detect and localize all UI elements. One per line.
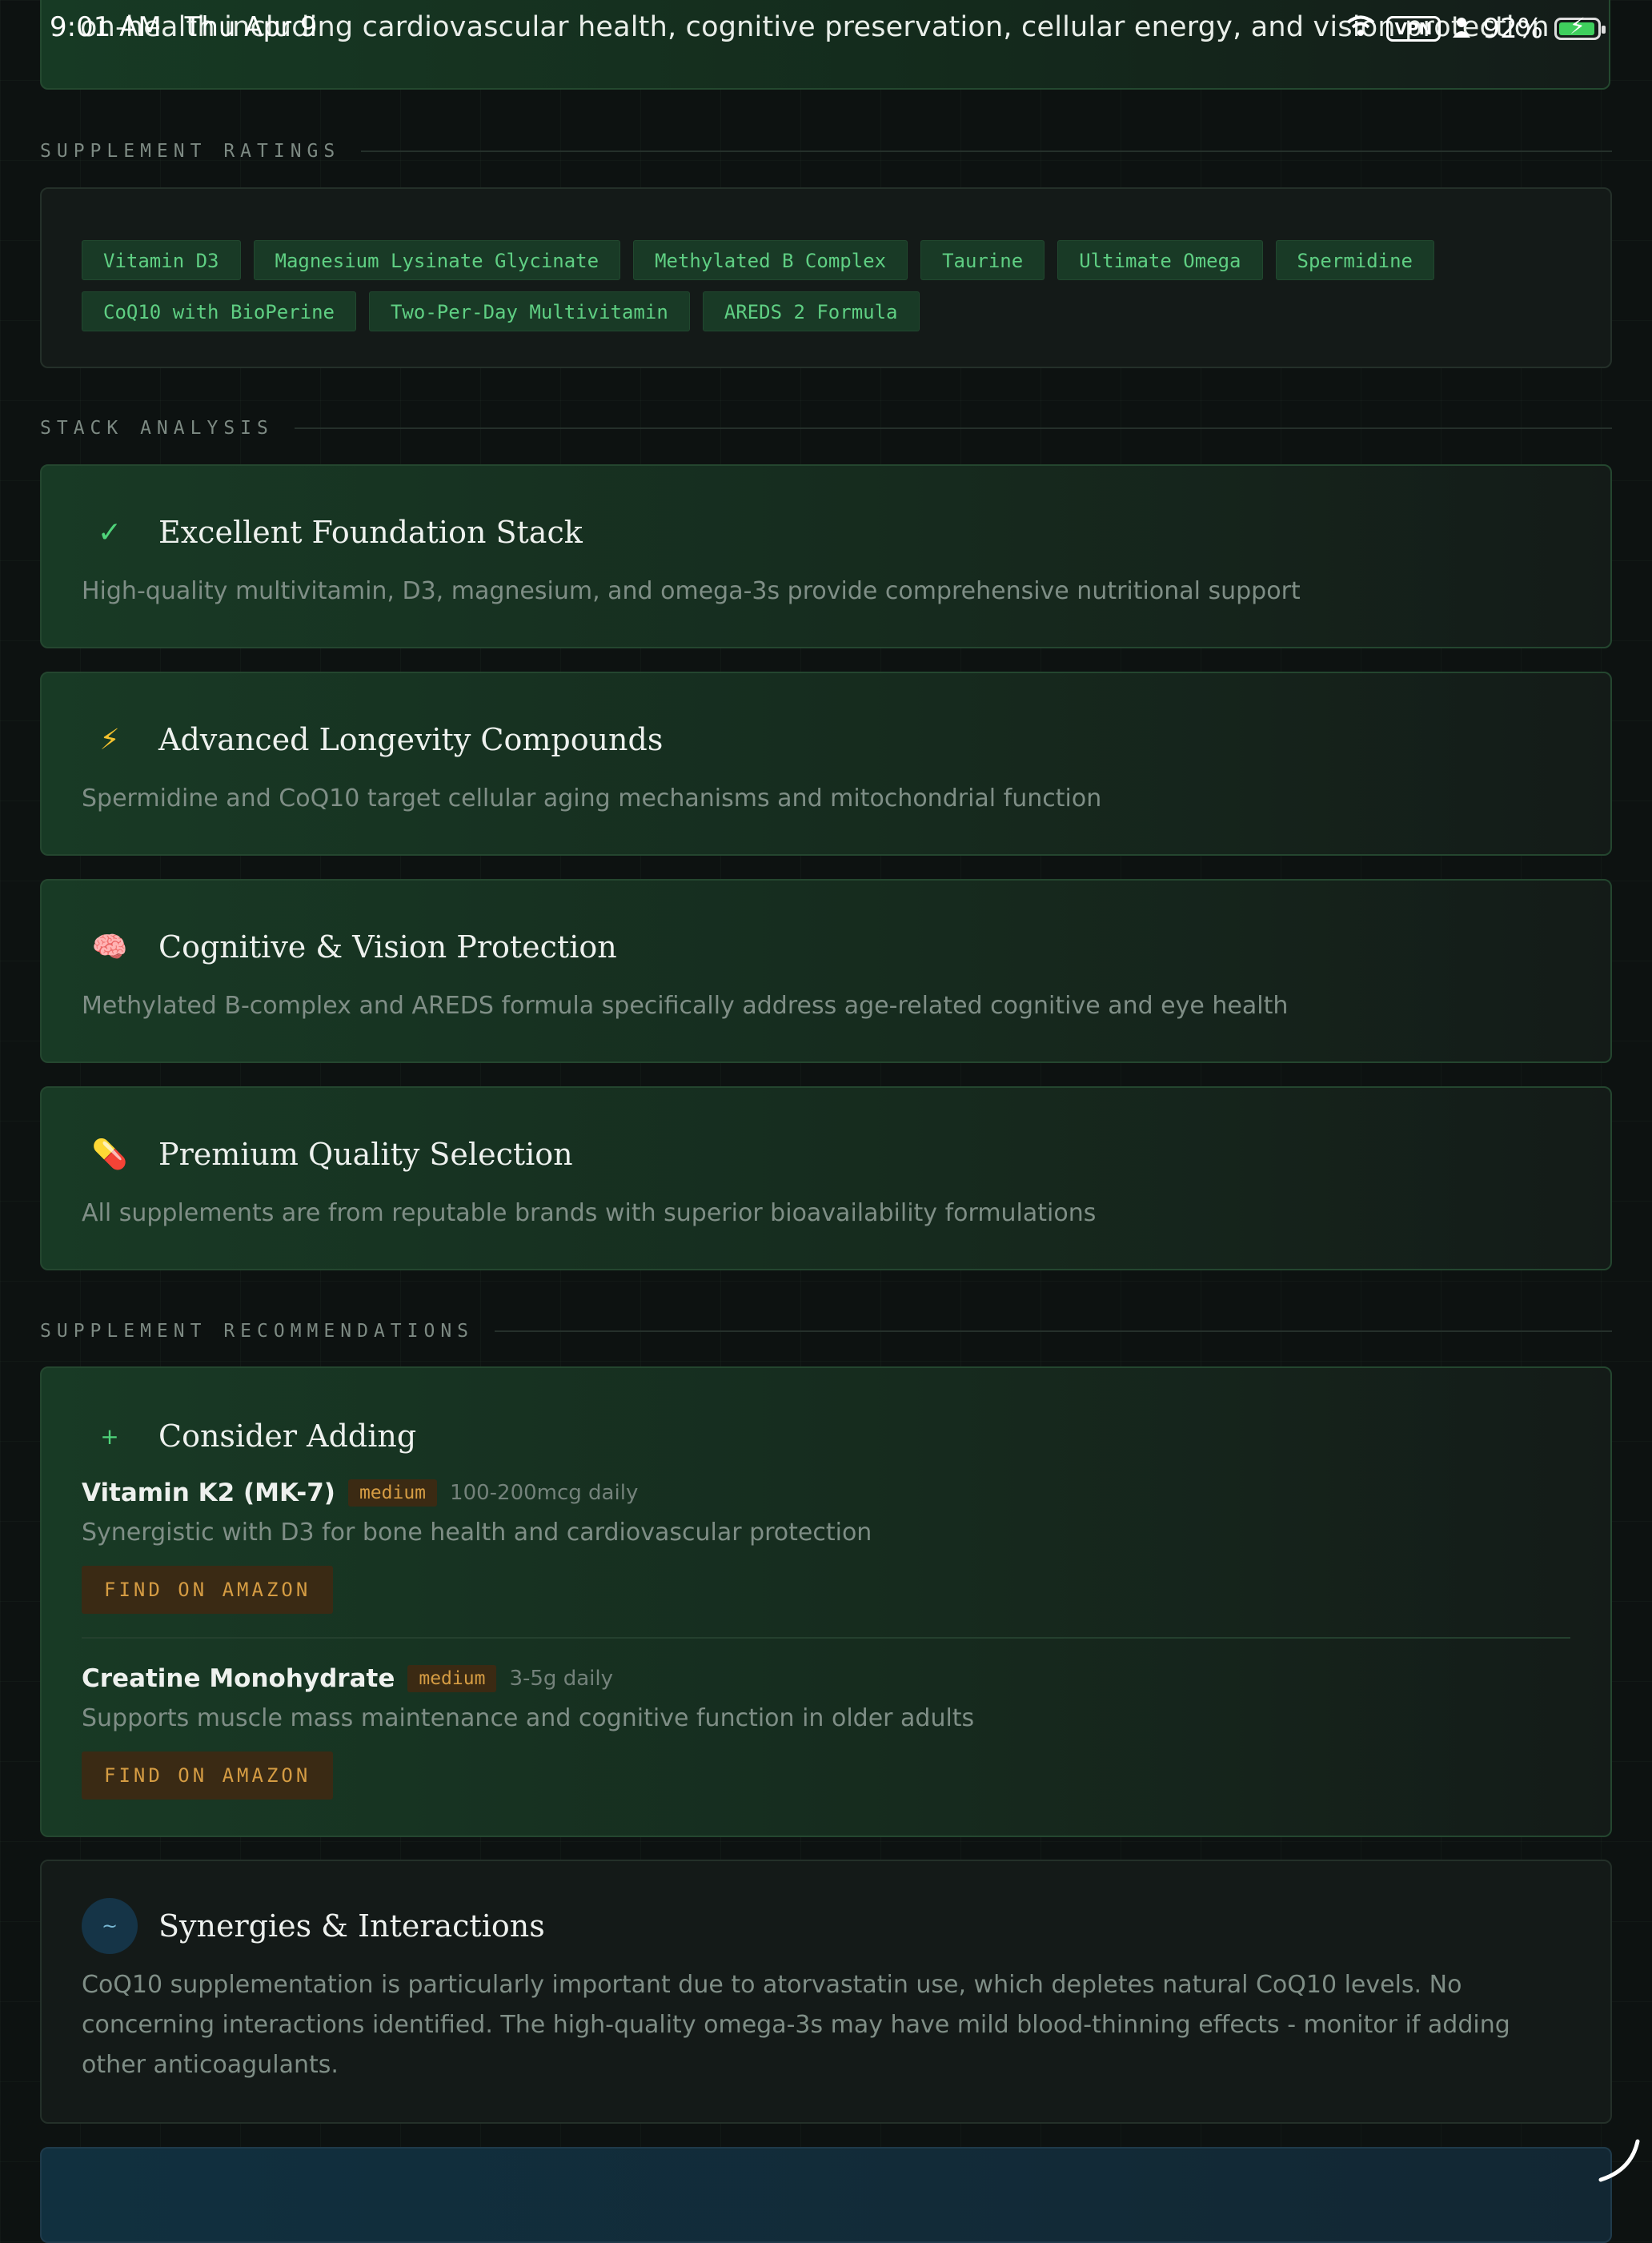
status-time: 9:01 AM Thu Apr 9 <box>50 11 318 43</box>
supplement-pill[interactable]: Vitamin D3 <box>82 240 241 280</box>
recommendations-title: Consider Adding <box>158 1418 417 1454</box>
dosage-text: 3-5g daily <box>509 1667 613 1691</box>
priority-badge: medium <box>347 1479 438 1507</box>
status-date: Thu Apr 9 <box>184 11 318 43</box>
section-divider <box>361 150 1612 152</box>
supplement-pill[interactable]: Taurine <box>920 240 1045 280</box>
section-divider <box>294 427 1612 429</box>
recommendations-card: + Consider Adding Vitamin K2 (MK-7) mediu… <box>40 1366 1612 1837</box>
section-title-ratings: SUPPLEMENT RATINGS <box>40 139 1612 163</box>
priority-badge: medium <box>407 1665 497 1692</box>
analysis-card-title: Premium Quality Selection <box>158 1137 573 1172</box>
tilde-icon: ~ <box>82 1898 138 1954</box>
find-on-amazon-button[interactable]: FIND ON AMAZON <box>82 1751 334 1800</box>
analysis-card: ✓ Excellent Foundation Stack High-quality… <box>40 464 1612 648</box>
analysis-card-desc: Spermidine and CoQ10 target cellular agi… <box>82 784 1102 813</box>
section-title-recommendations-label: SUPPLEMENT RECOMMENDATIONS <box>40 1321 475 1342</box>
section-title-ratings-label: SUPPLEMENT RATINGS <box>40 141 341 162</box>
analysis-card: 💊 Premium Quality Selection All supplemen… <box>40 1086 1612 1270</box>
supplement-pill[interactable]: Ultimate Omega <box>1057 240 1263 280</box>
supplement-pill[interactable]: Spermidine <box>1275 240 1435 280</box>
supplement-pill[interactable]: CoQ10 with BioPerine <box>82 291 356 331</box>
analysis-card-desc: High-quality multivitamin, D3, magnesium… <box>82 577 1301 605</box>
plus-icon: + <box>100 1422 119 1450</box>
battery-percent: 92% <box>1482 13 1543 45</box>
recommendation-divider <box>82 1637 1570 1639</box>
analysis-card: ⚡ Advanced Longevity Compounds Spermidine… <box>40 672 1612 856</box>
analysis-card-title: Cognitive & Vision Protection <box>158 929 617 965</box>
section-title-analysis: STACK ANALYSIS <box>40 416 1612 440</box>
analysis-card-desc: Methylated B-complex and AREDS formula s… <box>82 992 1289 1020</box>
lightning-icon: ⚡ <box>99 723 120 756</box>
find-on-amazon-button[interactable]: FIND ON AMAZON <box>82 1566 334 1614</box>
scroll-handle-icon[interactable] <box>1596 2138 1644 2198</box>
status-time-value: 9:01 AM <box>50 11 162 43</box>
analysis-card-desc: All supplements are from reputable brand… <box>82 1199 1097 1227</box>
recommendation-desc: Synergistic with D3 for bone health and … <box>82 1519 872 1547</box>
vpn-badge: VPN <box>1385 16 1441 42</box>
analysis-card: 🧠 Cognitive & Vision Protection Methylate… <box>40 879 1612 1063</box>
next-card <box>40 2147 1612 2243</box>
status-icons: VPN 92% ⚡ <box>1346 11 1606 46</box>
pill-icon: 💊 <box>91 1138 128 1171</box>
battery-icon: ⚡ <box>1554 13 1606 40</box>
synergies-title: Synergies & Interactions <box>158 1908 545 1944</box>
brain-icon: 🧠 <box>91 931 128 964</box>
synergies-desc: CoQ10 supplementation is particularly im… <box>82 1971 1510 2079</box>
recommendation-name: Creatine Monohydrate <box>82 1664 395 1693</box>
recommendation-item: Creatine Monohydrate medium 3-5g daily S… <box>82 1664 1570 1800</box>
supplement-pill[interactable]: Methylated B Complex <box>633 240 908 280</box>
analysis-card-title: Excellent Foundation Stack <box>158 515 583 550</box>
supplement-pill[interactable]: Two-Per-Day Multivitamin <box>368 291 690 331</box>
section-divider <box>495 1330 1612 1332</box>
recommendation-name: Vitamin K2 (MK-7) <box>82 1479 335 1507</box>
dosage-text: 100-200mcg daily <box>450 1481 639 1505</box>
synergies-card: ~ Synergies & Interactions CoQ10 supplem… <box>40 1860 1612 2124</box>
person-icon <box>1452 13 1471 45</box>
wifi-icon <box>1346 13 1375 45</box>
recommendation-desc: Supports muscle mass maintenance and cog… <box>82 1704 975 1732</box>
section-title-analysis-label: STACK ANALYSIS <box>40 418 274 439</box>
recommendation-item: Vitamin K2 (MK-7) medium 100-200mcg dail… <box>82 1479 1570 1614</box>
check-icon: ✓ <box>97 516 122 549</box>
section-title-recommendations: SUPPLEMENT RECOMMENDATIONS <box>40 1319 1612 1343</box>
analysis-card-title: Advanced Longevity Compounds <box>158 722 664 757</box>
supplement-pill[interactable]: AREDS 2 Formula <box>702 291 920 331</box>
supplement-pill[interactable]: Magnesium Lysinate Glycinate <box>253 240 621 280</box>
ratings-card: Vitamin D3 Magnesium Lysinate Glycinate … <box>40 187 1612 368</box>
